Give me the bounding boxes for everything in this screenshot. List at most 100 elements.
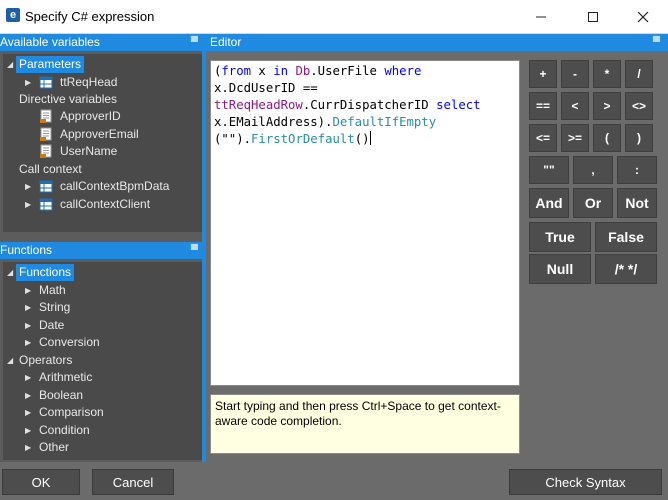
variables-panel-header: Available variables ▀	[0, 34, 206, 51]
maximize-button[interactable]	[570, 0, 616, 34]
operator-button[interactable]: >=	[561, 124, 589, 152]
minimize-button[interactable]	[518, 0, 564, 34]
operator-button[interactable]: :	[617, 156, 657, 184]
variable-tree-item-label: Directive variables	[19, 92, 118, 106]
operator-button[interactable]: And	[529, 188, 569, 218]
function-tree-item[interactable]: ▶ Other	[3, 439, 203, 456]
operator-button[interactable]: <>	[625, 92, 653, 120]
expand-arrow-icon[interactable]: ▶	[25, 299, 35, 316]
app-icon: e	[6, 8, 20, 22]
code-token: ("").	[214, 132, 252, 146]
variable-tree-item-label: callContextBpmData	[60, 179, 170, 193]
code-token: ()	[354, 132, 370, 146]
variable-tree-item[interactable]: ApproverID	[3, 108, 203, 125]
expand-arrow-icon[interactable]: ▶	[25, 439, 35, 456]
pin-icon[interactable]: ▀	[191, 34, 198, 51]
operator-button[interactable]: True	[529, 222, 591, 252]
code-editor[interactable]: (from x in Db.UserFile where x.DcdUserID…	[210, 60, 520, 386]
variable-tree-item[interactable]: Call context	[3, 161, 203, 178]
code-token: x.DcdUserID ==	[214, 81, 318, 95]
operator-button[interactable]: +	[529, 60, 557, 88]
variables-tree[interactable]: ◢ Parameters ▶ ttReqHead Directive variables…	[3, 54, 203, 232]
operator-button[interactable]: <	[561, 92, 589, 120]
operator-button[interactable]: <=	[529, 124, 557, 152]
functions-tree[interactable]: ◢ Functions ▶ Math ▶ String ▶ Date ▶ Conversion ◢ O…	[3, 262, 203, 460]
cancel-button[interactable]: Cancel	[92, 469, 174, 495]
text-caret	[369, 131, 371, 145]
function-tree-item[interactable]: ◢ Operators	[3, 352, 203, 369]
operator-button[interactable]: False	[595, 222, 657, 252]
expand-arrow-icon[interactable]: ▶	[25, 369, 35, 386]
ok-button[interactable]: OK	[2, 469, 80, 495]
variable-tree-item[interactable]: ApproverEmail	[3, 126, 203, 143]
variable-tree-item[interactable]: ▶ ttReqHead	[3, 74, 203, 91]
title-bar: e Specify C# expression	[0, 0, 668, 34]
operator-button[interactable]: )	[625, 124, 653, 152]
expand-arrow-icon[interactable]: ▶	[25, 317, 35, 334]
code-token: select	[436, 98, 481, 112]
code-token: x	[251, 64, 274, 78]
operator-button[interactable]: ""	[529, 156, 569, 184]
variable-tree-item-label: callContextClient	[60, 197, 151, 211]
expand-arrow-icon[interactable]: ▶	[25, 387, 35, 404]
operator-button[interactable]: Not	[617, 188, 657, 218]
code-token: DefaultIfEmpty	[332, 115, 437, 129]
variable-tree-item[interactable]: ◢ Parameters	[3, 56, 203, 73]
code-token: in	[273, 64, 289, 78]
code-token: FirstOrDefault	[251, 132, 355, 146]
operator-button[interactable]: ,	[573, 156, 613, 184]
expand-arrow-icon[interactable]: ▶	[25, 334, 35, 351]
pin-icon[interactable]: ▀	[653, 34, 660, 51]
function-tree-item[interactable]: ▶ String	[3, 299, 203, 316]
expand-arrow-icon[interactable]: ▶	[25, 282, 35, 299]
table-icon	[39, 75, 53, 90]
operator-button[interactable]: >	[593, 92, 621, 120]
variable-tree-item[interactable]: ▶ callContextClient	[3, 196, 203, 213]
variable-tree-item-label: ApproverEmail	[60, 127, 139, 141]
function-tree-item-label: Operators	[19, 353, 73, 367]
pin-icon[interactable]: ▀	[191, 242, 198, 259]
variable-icon	[39, 144, 53, 159]
operator-button[interactable]: (	[593, 124, 621, 152]
variable-tree-item[interactable]: UserName	[3, 143, 203, 160]
expand-arrow-icon[interactable]: ▶	[25, 422, 35, 439]
function-tree-item-label: Boolean	[39, 388, 84, 402]
editor-header: Editor ▀	[206, 34, 668, 51]
operator-button[interactable]: Null	[529, 254, 591, 284]
function-tree-item[interactable]: ◢ Functions	[3, 264, 203, 281]
code-token: ttReqHeadRow	[214, 98, 303, 112]
function-tree-item[interactable]: ▶ Date	[3, 317, 203, 334]
function-tree-item[interactable]: ▶ Arithmetic	[3, 369, 203, 386]
expand-arrow-icon[interactable]: ▶	[25, 404, 35, 421]
function-tree-item[interactable]: ▶ Condition	[3, 422, 203, 439]
function-tree-item[interactable]: ▶ Boolean	[3, 387, 203, 404]
variable-tree-item[interactable]: Directive variables	[3, 91, 203, 108]
code-token: x.EMailAddress).	[214, 115, 333, 129]
expand-arrow-icon[interactable]: ▶	[25, 178, 35, 195]
expand-arrow-icon[interactable]: ▶	[25, 196, 35, 213]
function-tree-item[interactable]: ▶ Comparison	[3, 404, 203, 421]
code-token: from	[221, 64, 252, 78]
variable-tree-item-label: ttReqHead	[60, 75, 118, 89]
minimize-icon	[536, 16, 546, 18]
variables-panel-title: Available variables	[0, 35, 100, 49]
function-tree-item[interactable]: ▶ Math	[3, 282, 203, 299]
collapse-arrow-icon[interactable]: ◢	[7, 352, 17, 369]
operator-button[interactable]: /* */	[595, 254, 657, 284]
variable-tree-item[interactable]: ▶ callContextBpmData	[3, 178, 203, 195]
function-tree-item-label: Condition	[39, 423, 90, 437]
operator-button[interactable]: /	[625, 60, 653, 88]
completion-hint: Start typing and then press Ctrl+Space t…	[210, 394, 520, 454]
operator-button[interactable]: Or	[573, 188, 613, 218]
variable-icon	[39, 127, 53, 142]
function-tree-item[interactable]: ▶ Conversion	[3, 334, 203, 351]
variable-tree-item-label: Parameters	[16, 56, 85, 73]
operator-button[interactable]: *	[593, 60, 621, 88]
close-button[interactable]	[620, 0, 666, 34]
expand-arrow-icon[interactable]: ▶	[25, 74, 35, 91]
operator-button[interactable]: ==	[529, 92, 557, 120]
operator-button[interactable]: -	[561, 60, 589, 88]
editor-title: Editor	[210, 35, 242, 49]
check-syntax-button[interactable]: Check Syntax	[509, 469, 662, 495]
function-tree-item-label: Other	[39, 440, 70, 454]
